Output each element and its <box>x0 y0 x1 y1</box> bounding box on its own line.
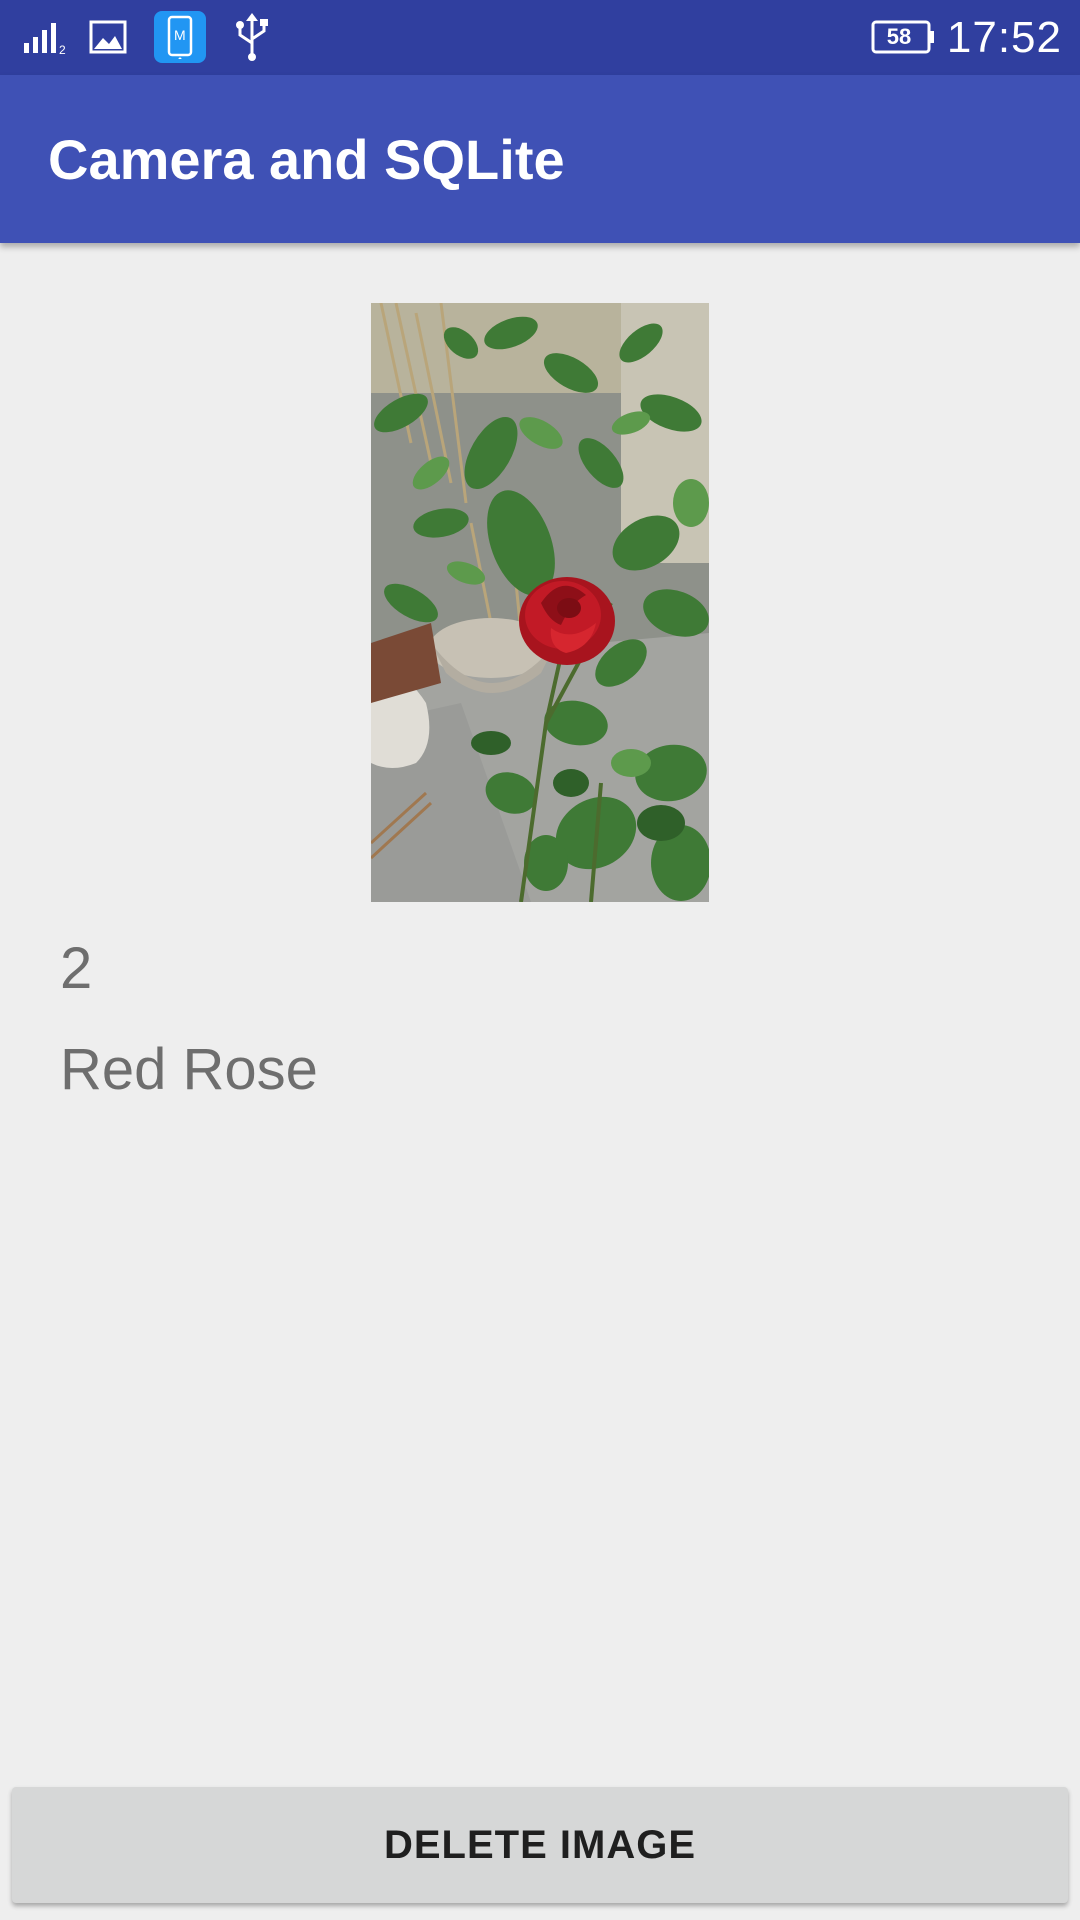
usb-icon <box>228 12 276 62</box>
screen: 2 M 58 17:52 Camera and SQLite 2 Red Ros… <box>0 0 1080 1920</box>
status-time: 17:52 <box>946 12 1062 62</box>
rose-photo <box>371 303 709 902</box>
signal-icon: 2 <box>22 12 72 62</box>
battery-icon: 58 <box>870 12 936 62</box>
svg-text:M: M <box>174 27 186 43</box>
battery-level: 58 <box>886 24 912 49</box>
delete-image-button[interactable]: DELETE IMAGE <box>12 1787 1068 1903</box>
record-name: Red Rose <box>60 1037 318 1102</box>
status-bar: 2 M 58 17:52 <box>0 0 1080 75</box>
phone-notification-icon: M <box>154 11 206 63</box>
app-bar: Camera and SQLite <box>0 75 1080 243</box>
gallery-icon <box>88 12 128 62</box>
record-id: 2 <box>60 936 93 1001</box>
svg-text:2: 2 <box>59 43 66 57</box>
app-title: Camera and SQLite <box>48 127 565 191</box>
